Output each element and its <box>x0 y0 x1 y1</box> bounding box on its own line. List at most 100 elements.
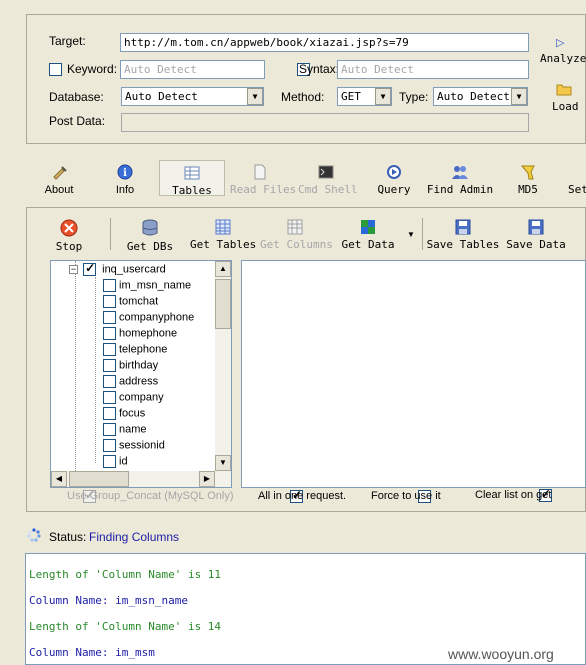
toolbar-find-admin[interactable]: Find Admin <box>426 164 494 196</box>
column-tree[interactable]: − inq_usercard im_msn_nametomchat company… <box>50 260 232 488</box>
chevron-down-icon[interactable]: ▼ <box>511 88 527 105</box>
tree-column-row[interactable]: focus <box>103 407 145 423</box>
chevron-down-icon[interactable]: ▼ <box>375 88 391 105</box>
tree-vertical-scrollbar[interactable]: ▲ ▼ <box>215 261 231 471</box>
postdata-input[interactable] <box>121 113 529 132</box>
column-checkbox[interactable] <box>103 391 116 404</box>
column-checkbox[interactable] <box>103 423 116 436</box>
analyze-button[interactable]: ▷ Analyze <box>538 36 586 66</box>
toolbar-about[interactable]: About <box>34 164 84 196</box>
tree-column-row[interactable]: sessionid <box>103 439 165 455</box>
get-data-dropdown-icon[interactable]: ▼ <box>407 230 415 239</box>
column-checkbox[interactable] <box>103 359 116 372</box>
grid-icon <box>215 219 231 235</box>
column-checkbox[interactable] <box>103 343 116 356</box>
play-icon: ▷ <box>556 37 565 49</box>
column-label: telephone <box>119 343 168 356</box>
method-select[interactable]: GET ▼ <box>337 87 392 106</box>
tree-column-row[interactable]: address <box>103 375 158 391</box>
toolbar-md5[interactable]: MD5 <box>510 164 546 196</box>
save-tables-button[interactable]: Save Tables <box>426 219 500 251</box>
syringe-icon <box>53 166 67 180</box>
info-icon: i <box>117 164 133 180</box>
watermark: www.wooyun.org <box>448 646 554 662</box>
table-checkbox[interactable] <box>83 261 97 276</box>
get-dbs-button[interactable]: Get DBs <box>122 219 178 253</box>
keyword-checkbox[interactable] <box>49 63 62 76</box>
save-data-label: Save Data <box>506 238 566 251</box>
analyze-label: Analyze <box>540 52 586 65</box>
scroll-hthumb[interactable] <box>69 471 129 487</box>
toolbar-set[interactable]: Set <box>564 164 586 196</box>
database-select[interactable]: Auto Detect ▼ <box>121 87 264 106</box>
column-checkbox[interactable] <box>103 327 116 340</box>
type-label: Type: <box>399 90 429 104</box>
data-grid[interactable] <box>241 260 586 488</box>
tree-column-row[interactable]: companyphone <box>103 311 194 327</box>
column-checkbox[interactable] <box>103 311 116 324</box>
tree-column-row[interactable]: id <box>103 455 128 471</box>
target-input[interactable]: http://m.tom.cn/appweb/book/xiazai.jsp?s… <box>120 33 529 52</box>
tree-column-row[interactable]: birthday <box>103 359 158 375</box>
toolbar-set-label: Set <box>568 183 586 196</box>
tree-column-row[interactable]: telephone <box>103 343 167 359</box>
load-button[interactable]: Load S <box>552 82 586 114</box>
save-data-button[interactable]: Save Data <box>506 219 566 251</box>
database-label: Database: <box>49 90 104 104</box>
column-label: im_msn_name <box>119 279 192 292</box>
tree-column-row[interactable]: name <box>103 423 147 439</box>
scroll-right-button[interactable]: ▶ <box>199 471 215 487</box>
keyword-input[interactable]: Auto Detect <box>120 60 265 79</box>
column-checkbox[interactable] <box>103 375 116 388</box>
postdata-label: Post Data: <box>49 114 106 128</box>
scroll-left-button[interactable]: ◀ <box>51 471 67 487</box>
get-tables-button[interactable]: Get Tables <box>190 219 256 251</box>
database-icon <box>142 219 158 236</box>
column-label: sessionid <box>119 439 165 452</box>
save-icon <box>455 219 471 235</box>
tree-column-row[interactable]: homephone <box>103 327 177 343</box>
column-label: id <box>119 455 128 468</box>
toolbar-tables[interactable]: Tables <box>159 160 225 197</box>
scroll-thumb[interactable] <box>215 279 231 329</box>
toolbar-separator <box>110 218 111 250</box>
tree-column-row[interactable]: im_msn_name <box>103 279 191 295</box>
column-checkbox[interactable] <box>103 407 116 420</box>
toolbar-read-files[interactable]: Read Files <box>230 164 296 196</box>
log-line: Column Name: im_msm <box>29 646 155 659</box>
scroll-down-button[interactable]: ▼ <box>215 455 231 471</box>
syntax-label: Syntax: <box>299 62 340 76</box>
column-label: homephone <box>119 327 178 340</box>
log-line: Length of 'Column Name' is 14 <box>29 620 222 633</box>
chevron-down-icon[interactable]: ▼ <box>247 88 263 105</box>
get-data-button[interactable]: Get Data <box>338 219 398 251</box>
column-label: companyphone <box>119 311 195 324</box>
tree-column-row[interactable]: company <box>103 391 164 407</box>
column-checkbox[interactable] <box>103 455 116 468</box>
tree-table-row[interactable]: − inq_usercard <box>69 261 166 279</box>
toolbar-cmd-shell-label: Cmd Shell <box>298 183 358 196</box>
syntax-input[interactable]: Auto Detect <box>337 60 529 79</box>
column-checkbox[interactable] <box>103 295 116 308</box>
scroll-up-button[interactable]: ▲ <box>215 261 231 277</box>
collapse-icon[interactable]: − <box>69 265 78 274</box>
toolbar-cmd-shell[interactable]: Cmd Shell <box>298 164 358 196</box>
toolbar-tables-label: Tables <box>172 184 212 197</box>
toolbar-query[interactable]: Query <box>372 164 416 196</box>
toolbar-info[interactable]: i Info <box>100 164 150 196</box>
database-value: Auto Detect <box>125 90 198 103</box>
tree-lines <box>75 261 76 471</box>
column-checkbox[interactable] <box>103 439 116 452</box>
stop-button[interactable]: Stop <box>50 219 88 253</box>
stop-icon <box>60 219 78 237</box>
type-select[interactable]: Auto Detect ▼ <box>433 87 528 106</box>
tree-horizontal-scrollbar[interactable]: ◀ ▶ <box>51 471 231 487</box>
data-icon <box>361 220 375 234</box>
table-label: inq_usercard <box>102 263 166 276</box>
get-columns-button[interactable]: Get Columns <box>260 219 333 251</box>
columns-icon <box>287 219 303 235</box>
tree-column-row[interactable]: tomchat <box>103 295 158 311</box>
get-tables-label: Get Tables <box>190 238 257 251</box>
column-checkbox[interactable] <box>103 279 116 292</box>
get-columns-label: Get Columns <box>260 238 333 251</box>
